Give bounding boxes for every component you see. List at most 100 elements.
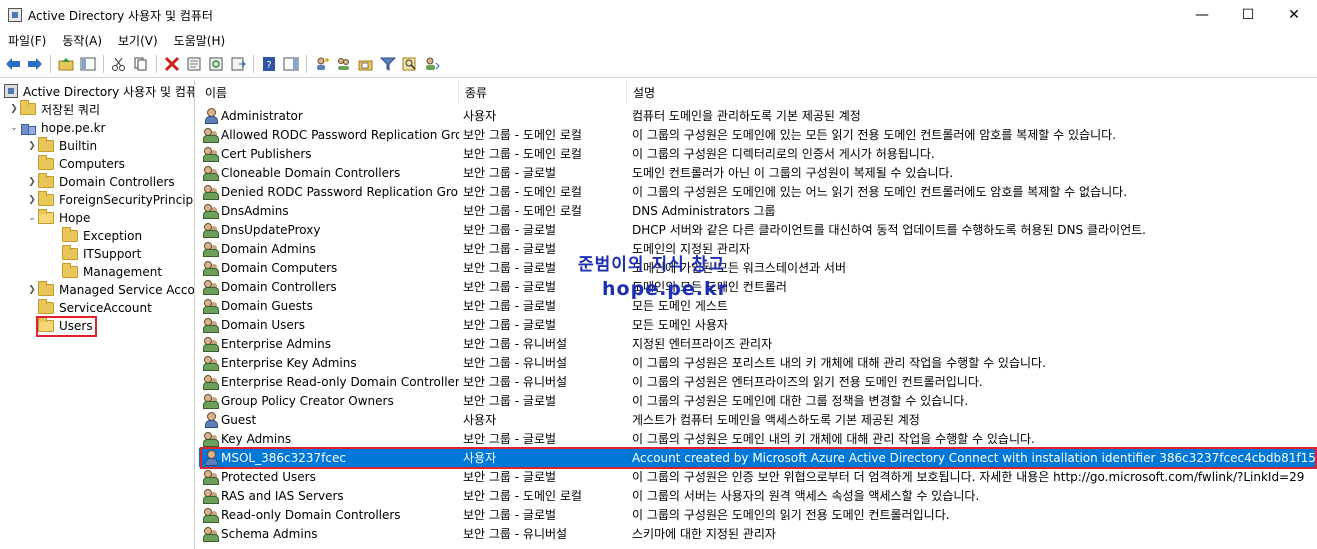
table-row[interactable]: DnsAdmins 보안 그룹 - 도메인 로컬 DNS Administrator… bbox=[199, 201, 1317, 220]
copy-icon[interactable] bbox=[131, 54, 151, 74]
console-tree-icon[interactable] bbox=[78, 54, 98, 74]
ad-root-icon bbox=[4, 84, 18, 98]
ad-app-icon bbox=[8, 8, 22, 22]
cell-description: 이 그룹의 구성원은 도메인에 있는 어느 읽기 전용 도메인 컨트롤러에도 암… bbox=[632, 185, 1128, 199]
filter-icon[interactable] bbox=[378, 54, 398, 74]
column-header-type[interactable]: 종류 bbox=[459, 80, 627, 104]
tree-item-computers[interactable]: Computers bbox=[26, 155, 125, 173]
tree-item-managed-service-accounts[interactable]: ❯ Managed Service Accounts bbox=[26, 281, 194, 299]
users-highlight-box bbox=[36, 316, 97, 337]
table-row[interactable]: Domain Controllers 보안 그룹 - 글로벌 도메인의 모든 도메인… bbox=[199, 277, 1317, 296]
new-user-icon[interactable] bbox=[312, 54, 332, 74]
tree-item-itsupport[interactable]: ITSupport bbox=[50, 245, 141, 263]
cell-type: 보안 그룹 - 도메인 로컬 bbox=[463, 147, 582, 161]
close-button[interactable]: ✕ bbox=[1271, 0, 1317, 30]
table-row[interactable]: Domain Computers 보안 그룹 - 글로벌 도메인에 가입된 모든 워… bbox=[199, 258, 1317, 277]
chevron-right-icon[interactable]: ❯ bbox=[26, 141, 38, 151]
cell-description: 이 그룹의 구성원은 디렉터리로의 인증서 게시가 허용됩니다. bbox=[632, 147, 935, 161]
table-row[interactable]: Enterprise Admins 보안 그룹 - 유니버설 지정된 엔터프라이즈 … bbox=[199, 334, 1317, 353]
tree-item-domain-controllers[interactable]: ❯ Domain Controllers bbox=[26, 173, 175, 191]
cell-name: Cloneable Domain Controllers bbox=[203, 163, 459, 182]
forward-arrow-icon[interactable] bbox=[25, 54, 45, 74]
chevron-right-icon[interactable]: ❯ bbox=[26, 195, 38, 205]
table-row[interactable]: Enterprise Key Admins 보안 그룹 - 유니버설 이 그룹의 구… bbox=[199, 353, 1317, 372]
tree-item-builtin[interactable]: ❯ Builtin bbox=[26, 137, 97, 155]
back-arrow-icon[interactable] bbox=[3, 54, 23, 74]
cell-name: DnsUpdateProxy bbox=[203, 220, 459, 239]
chevron-down-icon[interactable]: ⌄ bbox=[8, 123, 20, 133]
svg-text:?: ? bbox=[266, 60, 271, 71]
tree-item-management[interactable]: Management bbox=[50, 263, 162, 281]
properties-icon[interactable] bbox=[184, 54, 204, 74]
folder-open-icon bbox=[38, 209, 54, 224]
cell-type: 사용자 bbox=[463, 451, 497, 465]
add-to-group-icon[interactable] bbox=[422, 54, 442, 74]
refresh-icon[interactable] bbox=[206, 54, 226, 74]
group-icon bbox=[203, 146, 219, 162]
table-row[interactable]: Domain Admins 보안 그룹 - 글로벌 도메인의 지정된 관리자 bbox=[199, 239, 1317, 258]
group-icon bbox=[203, 184, 219, 200]
cell-description: 이 그룹의 구성원은 도메인에 있는 모든 읽기 전용 도메인 컨트롤러에 암호… bbox=[632, 128, 1116, 142]
minimize-button[interactable]: — bbox=[1179, 0, 1225, 30]
table-row[interactable]: Cert Publishers 보안 그룹 - 도메인 로컬 이 그룹의 구성원은 … bbox=[199, 144, 1317, 163]
chevron-right-icon[interactable]: ❯ bbox=[26, 177, 38, 187]
chevron-right-icon[interactable]: ❯ bbox=[26, 285, 38, 295]
table-row[interactable]: Group Policy Creator Owners 보안 그룹 - 글로벌 이 … bbox=[199, 391, 1317, 410]
table-row[interactable]: Allowed RODC Password Replication Group 보… bbox=[199, 125, 1317, 144]
user-icon bbox=[203, 450, 218, 466]
tree-item-hope[interactable]: ⌄ Hope bbox=[26, 209, 90, 227]
export-list-icon[interactable] bbox=[228, 54, 248, 74]
column-header-description[interactable]: 설명 bbox=[627, 80, 1317, 104]
row-name: Group Policy Creator Owners bbox=[221, 393, 394, 408]
table-row[interactable]: Schema Admins 보안 그룹 - 유니버설 스키마에 대한 지정된 관리자 bbox=[199, 524, 1317, 543]
table-row[interactable]: Administrator 사용자 컴퓨터 도메인을 관리하도록 기본 제공된 계정 bbox=[199, 106, 1317, 125]
help-icon[interactable]: ? bbox=[259, 54, 279, 74]
show-action-pane-icon[interactable] bbox=[281, 54, 301, 74]
table-row[interactable]: Cloneable Domain Controllers 보안 그룹 - 글로벌 도… bbox=[199, 163, 1317, 182]
menu-help[interactable]: 도움말(H) bbox=[166, 32, 234, 49]
menu-action[interactable]: 동작(A) bbox=[54, 32, 110, 49]
column-header-name[interactable]: 이름 bbox=[199, 80, 459, 104]
cell-name: Schema Admins bbox=[203, 524, 459, 543]
cell-type: 보안 그룹 - 유니버설 bbox=[463, 375, 568, 389]
table-row[interactable]: RAS and IAS Servers 보안 그룹 - 도메인 로컬 이 그룹의 서… bbox=[199, 486, 1317, 505]
tree-item-domain[interactable]: ⌄ hope.pe.kr bbox=[8, 119, 105, 137]
tree-item-exception[interactable]: Exception bbox=[50, 227, 142, 245]
result-list[interactable]: 이름 종류 설명 Administrator 사용자 컴퓨터 도메인을 관리하도록 … bbox=[199, 80, 1317, 549]
group-icon bbox=[203, 260, 219, 276]
new-group-icon[interactable] bbox=[334, 54, 354, 74]
table-row[interactable]: Enterprise Read-only Domain Controllers 보… bbox=[199, 372, 1317, 391]
table-row[interactable]: MSOL_386c3237fcec 사용자 Account created by M… bbox=[199, 448, 1317, 467]
table-row[interactable]: Denied RODC Password Replication Group 보안… bbox=[199, 182, 1317, 201]
table-row[interactable]: Read-only Domain Controllers 보안 그룹 - 글로벌 이… bbox=[199, 505, 1317, 524]
maximize-button[interactable]: ☐ bbox=[1225, 0, 1271, 30]
tree-item-label: Domain Controllers bbox=[59, 175, 175, 189]
list-header: 이름 종류 설명 bbox=[199, 80, 1317, 104]
group-icon bbox=[203, 279, 219, 295]
tree-root[interactable]: Active Directory 사용자 및 컴퓨터 bbox=[4, 82, 194, 100]
chevron-right-icon[interactable]: ❯ bbox=[8, 104, 20, 114]
cell-name: Enterprise Read-only Domain Controllers bbox=[203, 372, 459, 391]
cell-type: 보안 그룹 - 도메인 로컬 bbox=[463, 185, 582, 199]
row-name: Cert Publishers bbox=[221, 146, 312, 161]
table-row[interactable]: Key Admins 보안 그룹 - 글로벌 이 그룹의 구성원은 도메인 내의 키… bbox=[199, 429, 1317, 448]
new-ou-icon[interactable] bbox=[356, 54, 376, 74]
tree-item-foreign-security-principals[interactable]: ❯ ForeignSecurityPrincipals bbox=[26, 191, 194, 209]
cell-name: Administrator bbox=[203, 106, 459, 125]
table-row[interactable]: Protected Users 보안 그룹 - 글로벌 이 그룹의 구성원은 인증 … bbox=[199, 467, 1317, 486]
table-row[interactable]: Domain Users 보안 그룹 - 글로벌 모든 도메인 사용자 bbox=[199, 315, 1317, 334]
table-row[interactable]: DnsUpdateProxy 보안 그룹 - 글로벌 DHCP 서버와 같은 다른 … bbox=[199, 220, 1317, 239]
delete-icon[interactable] bbox=[162, 54, 182, 74]
tree-item-serviceaccount[interactable]: ServiceAccount bbox=[26, 299, 152, 317]
chevron-down-icon[interactable]: ⌄ bbox=[26, 213, 38, 223]
up-folder-icon[interactable] bbox=[56, 54, 76, 74]
table-row[interactable]: Guest 사용자 게스트가 컴퓨터 도메인을 액세스하도록 기본 제공된 계정 bbox=[199, 410, 1317, 429]
cell-type: 보안 그룹 - 글로벌 bbox=[463, 394, 557, 408]
find-icon[interactable] bbox=[400, 54, 420, 74]
menu-view[interactable]: 보기(V) bbox=[110, 32, 166, 49]
cut-icon[interactable] bbox=[109, 54, 129, 74]
console-tree[interactable]: Active Directory 사용자 및 컴퓨터 ❯ 저장된 쿼리 ⌄ ho… bbox=[0, 80, 195, 549]
tree-item-saved-queries[interactable]: ❯ 저장된 쿼리 bbox=[8, 100, 100, 118]
menu-file[interactable]: 파일(F) bbox=[0, 32, 54, 49]
table-row[interactable]: Domain Guests 보안 그룹 - 글로벌 모든 도메인 게스트 bbox=[199, 296, 1317, 315]
